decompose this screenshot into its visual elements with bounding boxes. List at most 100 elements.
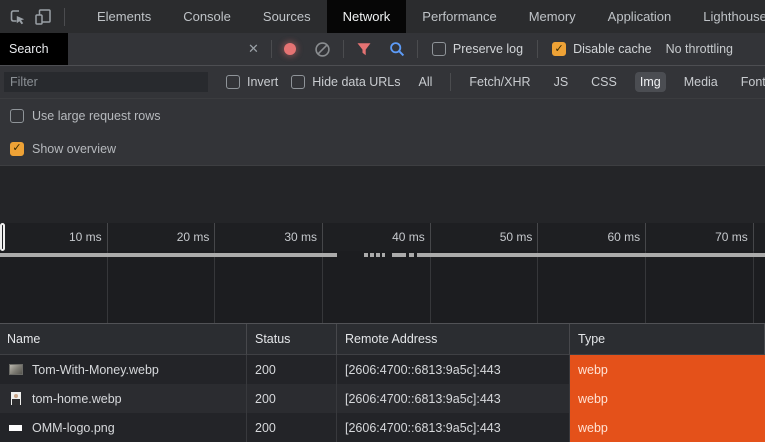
request-name: tom-home.webp — [32, 391, 122, 406]
remote-address-value: [2606:4700::6813:9a5c]:443 — [345, 362, 501, 377]
search-panel-tab[interactable]: Search — [0, 33, 68, 65]
overview-left-handle[interactable] — [0, 223, 5, 251]
table-row-status[interactable]: 200 — [247, 413, 337, 442]
filter-type-media[interactable]: Media — [679, 72, 723, 92]
throttling-select[interactable]: No throttling — [666, 42, 733, 56]
filter-input[interactable] — [4, 72, 208, 92]
filter-type-fetch-xhr[interactable]: Fetch/XHR — [464, 72, 535, 92]
filter-type-img[interactable]: Img — [634, 72, 666, 92]
search-icon[interactable] — [389, 41, 405, 57]
status-value: 200 — [255, 362, 276, 377]
divider — [450, 73, 452, 91]
type-value: webp — [578, 420, 608, 435]
overview-activity-bar — [409, 253, 414, 257]
column-header-remote-address[interactable]: Remote Address — [337, 324, 570, 355]
checkbox-icon — [431, 42, 446, 56]
status-value: 200 — [255, 391, 276, 406]
ruler-tick: 60 ms — [538, 223, 647, 251]
type-value: webp — [578, 362, 608, 377]
panel-tabs: Elements Console Sources Network Perform… — [81, 0, 765, 33]
tab-network[interactable]: Network — [326, 0, 407, 33]
column-header-status[interactable]: Status — [247, 324, 337, 355]
preserve-log-label: Preserve log — [452, 42, 524, 56]
overview-activity-bar — [382, 253, 385, 257]
invert-checkbox[interactable]: Invert — [226, 75, 278, 89]
checkbox-icon — [10, 108, 24, 123]
status-value: 200 — [255, 420, 276, 435]
overview-activity-bar — [0, 253, 337, 257]
disable-cache-label: Disable cache — [573, 42, 652, 56]
filter-type-js[interactable]: JS — [549, 72, 574, 92]
type-value: webp — [578, 391, 608, 406]
tab-console[interactable]: Console — [167, 0, 247, 33]
hide-data-urls-checkbox[interactable]: Hide data URLs — [291, 75, 401, 89]
network-filter-bar: Invert Hide data URLs All Fetch/XHR JS C… — [0, 66, 765, 99]
table-row-name[interactable]: Tom-With-Money.webp — [0, 355, 247, 384]
ruler-tick: 30 ms — [215, 223, 324, 251]
table-row-type[interactable]: webp — [570, 384, 765, 413]
table-row-type[interactable]: webp — [570, 413, 765, 442]
filter-icon[interactable] — [356, 42, 372, 57]
requests-table: Name Status Remote Address Type Tom-With… — [0, 324, 765, 442]
tab-performance[interactable]: Performance — [406, 0, 512, 33]
overview-activity-bar — [370, 253, 374, 257]
overview-activity-bar — [392, 253, 406, 257]
column-header-name[interactable]: Name — [0, 324, 247, 355]
table-row-status[interactable]: 200 — [247, 355, 337, 384]
inspect-element-icon[interactable] — [4, 4, 30, 30]
ruler-tick: 70 ms — [646, 223, 754, 251]
filter-type-font[interactable]: Font — [736, 72, 765, 92]
column-header-type[interactable]: Type — [570, 324, 765, 355]
disable-cache-checkbox[interactable]: ✓ Disable cache — [552, 42, 652, 56]
checkbox-icon — [226, 75, 240, 89]
filter-type-all[interactable]: All — [414, 72, 438, 92]
tab-memory[interactable]: Memory — [513, 0, 592, 33]
table-row-name[interactable]: tom-home.webp — [0, 384, 247, 413]
overview-activity-bar — [376, 253, 380, 257]
checkbox-icon — [291, 75, 306, 89]
table-row-name[interactable]: OMM-logo.png — [0, 413, 247, 442]
clear-icon[interactable] — [314, 41, 331, 58]
table-row-remote[interactable]: [2606:4700::6813:9a5c]:443 — [337, 355, 570, 384]
network-overview[interactable] — [0, 251, 765, 324]
ruler-tick — [754, 223, 765, 251]
checkbox-checked-icon: ✓ — [10, 141, 24, 156]
table-row-type[interactable]: webp — [570, 355, 765, 384]
image-thumbnail-icon — [8, 362, 23, 377]
tab-elements[interactable]: Elements — [81, 0, 167, 33]
hide-data-urls-label: Hide data URLs — [312, 75, 401, 89]
table-row-remote[interactable]: [2606:4700::6813:9a5c]:443 — [337, 384, 570, 413]
show-overview-label: Show overview — [32, 141, 117, 156]
divider — [270, 40, 272, 58]
devtools-window: Elements Console Sources Network Perform… — [0, 0, 765, 442]
divider — [537, 40, 539, 58]
preserve-log-checkbox[interactable]: Preserve log — [431, 42, 524, 56]
tab-lighthouse[interactable]: Lighthouse — [687, 0, 765, 33]
table-row-status[interactable]: 200 — [247, 384, 337, 413]
filmstrip-area — [0, 165, 765, 223]
divider — [416, 40, 418, 58]
ruler-tick: 10 ms — [0, 223, 108, 251]
image-thumbnail-icon — [8, 391, 23, 406]
ruler-tick: 20 ms — [108, 223, 216, 251]
close-icon[interactable]: ✕ — [248, 41, 259, 57]
network-toolbar: Search ✕ Preserve log ✓ Disable cache No… — [0, 33, 765, 66]
table-row-remote[interactable]: [2606:4700::6813:9a5c]:443 — [337, 413, 570, 442]
ruler-tick: 50 ms — [431, 223, 539, 251]
tab-sources[interactable]: Sources — [247, 0, 327, 33]
devtools-tabbar: Elements Console Sources Network Perform… — [0, 0, 765, 33]
checkbox-checked-icon: ✓ — [552, 42, 567, 56]
remote-address-value: [2606:4700::6813:9a5c]:443 — [345, 391, 501, 406]
option-row: Use large request rows — [0, 99, 765, 132]
divider — [342, 40, 344, 58]
tab-application[interactable]: Application — [592, 0, 688, 33]
device-toolbar-icon[interactable] — [30, 4, 56, 30]
divider — [64, 7, 65, 26]
use-large-request-rows-label: Use large request rows — [32, 108, 161, 123]
ruler-tick: 40 ms — [323, 223, 431, 251]
record-icon[interactable] — [283, 43, 296, 55]
use-large-request-rows-checkbox[interactable]: Use large request rows — [10, 108, 161, 123]
timeline-ruler: 10 ms 20 ms 30 ms 40 ms 50 ms 60 ms 70 m… — [0, 223, 765, 251]
show-overview-checkbox[interactable]: ✓ Show overview — [10, 141, 117, 156]
filter-type-css[interactable]: CSS — [586, 72, 622, 92]
